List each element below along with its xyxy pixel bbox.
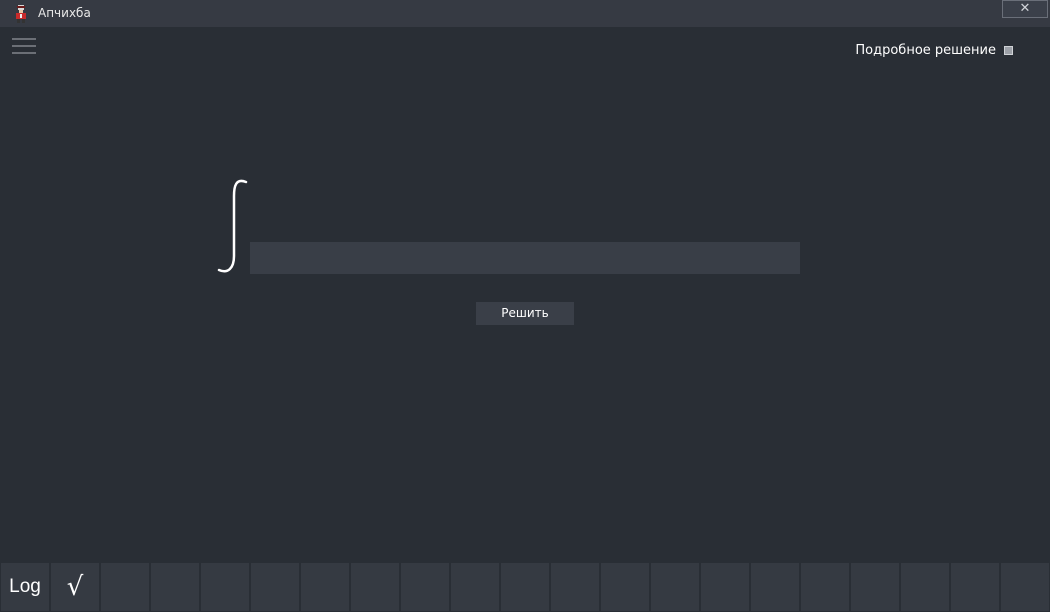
sqrt-key[interactable]: √ — [51, 563, 99, 611]
keypad-key[interactable] — [251, 563, 299, 611]
keypad-key[interactable] — [101, 563, 149, 611]
detailed-solution-label: Подробное решение — [855, 42, 996, 58]
title-bar: Апчихба ✕ — [0, 0, 1050, 27]
keypad-key[interactable] — [201, 563, 249, 611]
keypad-key[interactable] — [851, 563, 899, 611]
integral-sign-icon — [217, 179, 248, 273]
keypad-key[interactable] — [801, 563, 849, 611]
keypad-key[interactable] — [1001, 563, 1049, 611]
keypad-key[interactable] — [751, 563, 799, 611]
keypad-key[interactable] — [501, 563, 549, 611]
keypad-key[interactable] — [401, 563, 449, 611]
integral-expression-input[interactable] — [250, 242, 800, 274]
close-button[interactable]: ✕ — [1002, 0, 1048, 18]
keypad-key[interactable] — [451, 563, 499, 611]
detailed-solution-option[interactable]: Подробное решение — [855, 42, 1013, 58]
hamburger-menu-icon[interactable] — [12, 38, 36, 58]
keypad-key[interactable] — [551, 563, 599, 611]
keypad: Log √ — [0, 562, 1050, 612]
log-key[interactable]: Log — [1, 563, 49, 611]
solve-button[interactable]: Решить — [476, 302, 574, 325]
keypad-key[interactable] — [301, 563, 349, 611]
keypad-key[interactable] — [151, 563, 199, 611]
keypad-key[interactable] — [601, 563, 649, 611]
keypad-key[interactable] — [701, 563, 749, 611]
keypad-key[interactable] — [651, 563, 699, 611]
keypad-key[interactable] — [901, 563, 949, 611]
keypad-key[interactable] — [351, 563, 399, 611]
detailed-solution-checkbox[interactable] — [1004, 45, 1013, 55]
app-icon — [16, 5, 26, 23]
keypad-key[interactable] — [951, 563, 999, 611]
window-title: Апчихба — [38, 6, 91, 20]
